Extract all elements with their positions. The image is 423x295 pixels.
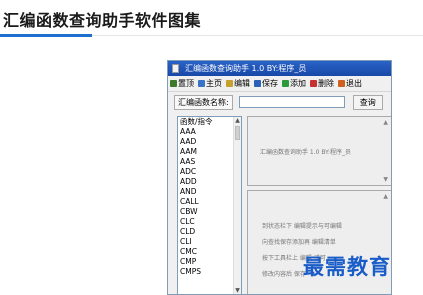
- help-line: 修改内容后 保存: [262, 271, 306, 278]
- pane-scroll-down-icon[interactable]: ▼: [383, 176, 388, 183]
- toolbar-button-1[interactable]: 主页: [198, 78, 222, 89]
- pane-scroll-up-icon[interactable]: ▲: [383, 193, 388, 200]
- list-item[interactable]: AAD: [178, 137, 241, 147]
- toolbar-button-6[interactable]: 退出: [338, 78, 362, 89]
- delete-icon: [310, 80, 317, 87]
- window-title: 汇编函数查询助手 1.0 BY:程序_员: [185, 64, 307, 73]
- search-label: 汇编函数名称:: [174, 94, 233, 110]
- scroll-down-icon[interactable]: ▼: [234, 287, 241, 294]
- function-list[interactable]: 函数/指令 AAA AAD AAM AAS ADC ADD AND CALL CBW CLC CLD…: [177, 116, 242, 294]
- toolbar-button-label: 添加: [290, 79, 306, 88]
- list-item[interactable]: AAM: [178, 147, 241, 157]
- list-item[interactable]: AAS: [178, 157, 241, 167]
- list-item[interactable]: CBW: [178, 207, 241, 217]
- toolbar-button-label: 删除: [318, 79, 334, 88]
- list-item[interactable]: CMP: [178, 257, 241, 267]
- list-item[interactable]: CLI: [178, 237, 241, 247]
- scroll-thumb[interactable]: [235, 126, 240, 140]
- pane-scroll-up-icon[interactable]: ▲: [383, 119, 388, 126]
- toolbar-button-5[interactable]: 删除: [310, 78, 334, 89]
- list-item[interactable]: AND: [178, 187, 241, 197]
- toolbar-button-label: 置顶: [178, 79, 194, 88]
- toolbar-button-label: 退出: [346, 79, 362, 88]
- list-item[interactable]: AAA: [178, 127, 241, 137]
- list-item[interactable]: CLD: [178, 227, 241, 237]
- exit-icon: [338, 80, 345, 87]
- app-icon: [172, 64, 179, 73]
- edit-icon: [226, 80, 233, 87]
- toolbar-button-2[interactable]: 编辑: [226, 78, 250, 89]
- toolbar-button-label: 主页: [206, 79, 222, 88]
- help-line: 到状态栏下 编辑提示与可编辑: [262, 223, 342, 230]
- search-button[interactable]: 查询: [352, 94, 383, 110]
- window-titlebar[interactable]: 汇编函数查询助手 1.0 BY:程序_员: [168, 61, 391, 76]
- search-input[interactable]: [238, 96, 345, 108]
- search-row: 汇编函数名称: 查询: [168, 92, 391, 112]
- save-icon: [254, 80, 261, 87]
- info-text: 汇编函数查询助手 1.0 BY:程序_员: [260, 149, 352, 156]
- home-icon: [198, 80, 205, 87]
- list-scrollbar[interactable]: ▲ ▼: [233, 117, 241, 294]
- list-item[interactable]: CLC: [178, 217, 241, 227]
- watermark: 最需教育: [303, 254, 391, 279]
- page-title: 汇编函数查询助手软件图集: [3, 11, 202, 30]
- toolbar-button-label: 编辑: [234, 79, 250, 88]
- toolbar-button-0[interactable]: 置顶: [170, 78, 194, 89]
- list-item[interactable]: CMPS: [178, 267, 241, 277]
- info-pane[interactable]: 汇编函数查询助手 1.0 BY:程序_员 ▲ ▼: [247, 116, 391, 186]
- scroll-up-icon[interactable]: ▲: [234, 117, 241, 125]
- toolbar-button-3[interactable]: 保存: [254, 78, 278, 89]
- title-accent: [0, 34, 92, 37]
- list-item[interactable]: ADD: [178, 177, 241, 187]
- list-item[interactable]: CMC: [178, 247, 241, 257]
- list-item[interactable]: ADC: [178, 167, 241, 177]
- toolbar: 置顶 主页 编辑 保存 添加 删除 退出: [168, 76, 391, 92]
- pin-icon: [170, 80, 177, 87]
- add-icon: [282, 80, 289, 87]
- help-line: 向查找保存添加再 编辑清单: [262, 239, 336, 246]
- list-item[interactable]: CALL: [178, 197, 241, 207]
- list-header: 函数/指令: [180, 117, 213, 126]
- toolbar-button-label: 保存: [262, 79, 278, 88]
- toolbar-button-4[interactable]: 添加: [282, 78, 306, 89]
